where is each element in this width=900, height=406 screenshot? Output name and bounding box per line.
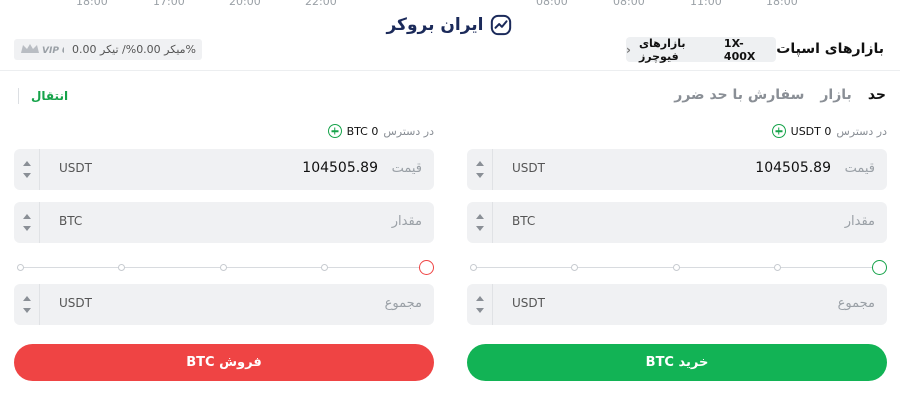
slider-step[interactable] bbox=[321, 264, 328, 271]
sell-price-field[interactable]: USDT 104505.89 قیمت bbox=[14, 149, 434, 190]
arrow-down-icon[interactable] bbox=[22, 173, 31, 178]
buy-button[interactable]: خرید BTC bbox=[467, 344, 887, 381]
tab-stop-limit[interactable]: سفارش با حد ضرر bbox=[674, 87, 804, 103]
sell-panel: در دسترس BTC 0 USDT 104505.89 قیمت BTC م… bbox=[14, 120, 434, 390]
buy-panel: در دسترس USDT 0 USDT 104505.89 قیمت BTC … bbox=[467, 120, 887, 390]
amount-label: مقدار bbox=[391, 214, 422, 229]
amount-unit: BTC bbox=[512, 214, 536, 228]
arrow-down-icon[interactable] bbox=[475, 173, 484, 178]
slider-step[interactable] bbox=[17, 264, 24, 271]
slider-step[interactable] bbox=[774, 264, 781, 271]
chart-trend-icon bbox=[490, 14, 511, 36]
total-label: مجموع bbox=[384, 296, 422, 311]
arrow-up-icon[interactable] bbox=[475, 214, 484, 219]
tab-limit[interactable]: حد bbox=[868, 87, 886, 103]
deposit-plus-icon[interactable] bbox=[771, 124, 786, 138]
time-tick: 17:00 bbox=[153, 0, 185, 8]
arrow-down-icon[interactable] bbox=[22, 226, 31, 231]
price-unit: USDT bbox=[512, 161, 545, 175]
total-unit: USDT bbox=[59, 296, 92, 310]
slider-step[interactable] bbox=[220, 264, 227, 271]
slider-step[interactable] bbox=[571, 264, 578, 271]
arrow-down-icon[interactable] bbox=[475, 308, 484, 313]
time-tick: 22:00 bbox=[305, 0, 337, 8]
futures-label: بازارهای فیوچرز bbox=[638, 36, 686, 63]
available-value: USDT 0 bbox=[790, 124, 832, 138]
arrow-up-icon[interactable] bbox=[22, 296, 31, 301]
slider-handle[interactable] bbox=[872, 260, 887, 275]
transfer-link[interactable]: انتقال bbox=[31, 89, 68, 103]
arrow-up-icon[interactable] bbox=[475, 296, 484, 301]
price-unit: USDT bbox=[59, 161, 92, 175]
futures-leverage: 1X-400X bbox=[723, 36, 756, 63]
buy-percent-slider[interactable] bbox=[467, 260, 887, 276]
price-stepper[interactable] bbox=[467, 149, 493, 190]
chevron-left-icon: › bbox=[626, 42, 631, 57]
buy-amount-field[interactable]: BTC مقدار bbox=[467, 202, 887, 243]
futures-markets-button[interactable]: › بازارهای فیوچرز 1X-400X bbox=[626, 36, 776, 63]
time-tick: 08:00 bbox=[536, 0, 568, 8]
price-label: قیمت bbox=[391, 161, 422, 176]
vip-crown-icon: VIP 0 bbox=[21, 44, 64, 56]
arrow-up-icon[interactable] bbox=[22, 161, 31, 166]
deposit-plus-icon[interactable] bbox=[327, 124, 342, 138]
price-stepper[interactable] bbox=[14, 149, 40, 190]
time-tick: 11:00 bbox=[690, 0, 722, 8]
divider bbox=[18, 88, 19, 104]
slider-handle[interactable] bbox=[419, 260, 434, 275]
slider-step[interactable] bbox=[118, 264, 125, 271]
order-type-tabs: حد بازار سفارش با حد ضرر bbox=[674, 87, 886, 103]
brand-name: ایران بروکر bbox=[386, 15, 484, 35]
price-value[interactable]: 104505.89 bbox=[302, 160, 378, 176]
amount-unit: BTC bbox=[59, 214, 83, 228]
time-tick: 08:00 bbox=[613, 0, 645, 8]
time-tick: 20:00 bbox=[229, 0, 261, 8]
tab-market[interactable]: بازار bbox=[820, 87, 851, 103]
fees-badge[interactable]: VIP 0 میکر 0.00%/ تیکر 0.00% bbox=[14, 39, 202, 60]
total-stepper[interactable] bbox=[467, 284, 493, 325]
price-value[interactable]: 104505.89 bbox=[755, 160, 831, 176]
buy-total-field[interactable]: USDT مجموع bbox=[467, 284, 887, 325]
arrow-up-icon[interactable] bbox=[475, 161, 484, 166]
arrow-up-icon[interactable] bbox=[22, 214, 31, 219]
buy-available: در دسترس USDT 0 bbox=[771, 124, 887, 138]
sell-percent-slider[interactable] bbox=[14, 260, 434, 276]
price-label: قیمت bbox=[844, 161, 875, 176]
sell-total-field[interactable]: USDT مجموع bbox=[14, 284, 434, 325]
available-value: BTC 0 bbox=[346, 124, 379, 138]
arrow-down-icon[interactable] bbox=[475, 226, 484, 231]
amount-label: مقدار bbox=[844, 214, 875, 229]
available-label: در دسترس bbox=[836, 124, 887, 138]
sell-available: در دسترس BTC 0 bbox=[327, 124, 434, 138]
time-tick: 18:00 bbox=[766, 0, 798, 8]
page-title: بازارهای اسپات bbox=[776, 41, 884, 57]
available-label: در دسترس bbox=[383, 124, 434, 138]
total-unit: USDT bbox=[512, 296, 545, 310]
amount-stepper[interactable] bbox=[467, 202, 493, 243]
header-divider bbox=[0, 70, 900, 71]
slider-step[interactable] bbox=[673, 264, 680, 271]
time-tick: 18:00 bbox=[76, 0, 108, 8]
total-label: مجموع bbox=[837, 296, 875, 311]
svg-text:VIP 0: VIP 0 bbox=[42, 46, 64, 56]
trade-header: بازارهای اسپات › بازارهای فیوچرز 1X-400X… bbox=[0, 36, 900, 70]
arrow-down-icon[interactable] bbox=[22, 308, 31, 313]
total-stepper[interactable] bbox=[14, 284, 40, 325]
sell-button[interactable]: فروش BTC bbox=[14, 344, 434, 381]
fees-text: میکر 0.00%/ تیکر 0.00% bbox=[72, 43, 196, 56]
slider-step[interactable] bbox=[470, 264, 477, 271]
sell-amount-field[interactable]: BTC مقدار bbox=[14, 202, 434, 243]
buy-price-field[interactable]: USDT 104505.89 قیمت bbox=[467, 149, 887, 190]
amount-stepper[interactable] bbox=[14, 202, 40, 243]
